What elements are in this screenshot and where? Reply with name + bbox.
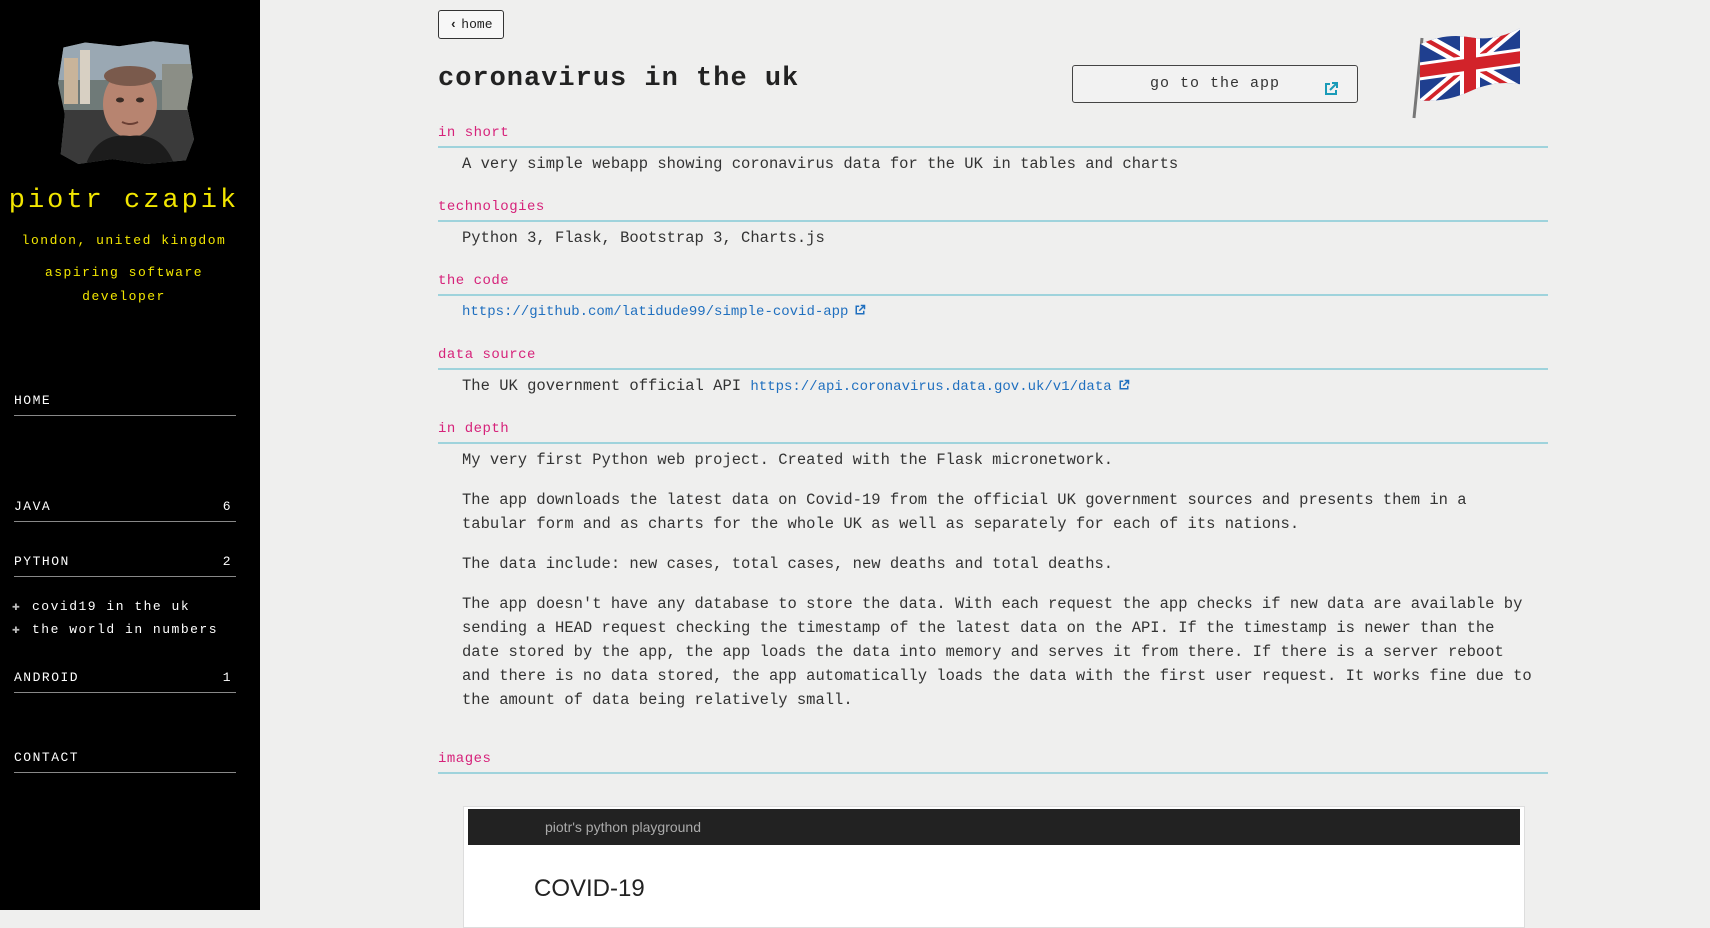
- nav-home[interactable]: HOME: [14, 392, 236, 416]
- nav-android[interactable]: ANDROID 1: [14, 669, 236, 693]
- nav-android-label: ANDROID: [14, 670, 80, 685]
- preview-heading: COVID-19: [534, 875, 645, 902]
- code-link-row: https://github.com/latidude99/simple-cov…: [462, 300, 1532, 325]
- nav-python[interactable]: PYTHON 2: [14, 553, 236, 577]
- in-short-text: A very simple webapp showing coronavirus…: [462, 155, 1179, 173]
- home-button-label: home: [461, 17, 493, 32]
- section-heading-the-code: the code: [438, 272, 1548, 296]
- in-depth-paragraph: My very first Python web project. Create…: [462, 451, 1114, 469]
- data-source-row: The UK government official API https://a…: [462, 374, 1532, 399]
- api-link[interactable]: https://api.coronavirus.data.gov.uk/v1/d…: [750, 379, 1111, 395]
- nav-python-item-world-numbers[interactable]: ✚ the world in numbers: [12, 622, 218, 637]
- preview-navbar: piotr's python playground: [468, 809, 1520, 845]
- avatar: [58, 41, 194, 164]
- nav-python-label: PYTHON: [14, 554, 70, 569]
- data-source-text: The UK government official API: [462, 377, 742, 395]
- home-button[interactable]: ‹ home: [438, 10, 504, 39]
- nav-subitem-label: the world in numbers: [32, 622, 219, 637]
- nav-contact-label: CONTACT: [14, 750, 80, 765]
- nav-java-label: JAVA: [14, 499, 52, 514]
- nav-home-label: HOME: [14, 393, 52, 408]
- nav-python-count: 2: [222, 554, 232, 569]
- technologies-text: Python 3, Flask, Bootstrap 3, Charts.js: [462, 229, 825, 247]
- nav-contact[interactable]: CONTACT: [14, 749, 236, 773]
- plus-icon: ✚: [12, 599, 22, 614]
- nav-subitem-label: covid19 in the uk: [32, 599, 191, 614]
- profile-role: aspiring software developer: [44, 265, 204, 304]
- section-heading-in-depth: in depth: [438, 420, 1548, 444]
- external-link-icon: [1323, 76, 1339, 112]
- section-heading-data-source: data source: [438, 346, 1548, 370]
- profile-location: london, united kingdom: [21, 233, 227, 248]
- nav-python-item-covid19[interactable]: ✚ covid19 in the uk: [12, 599, 190, 614]
- page-title: coronavirus in the uk: [438, 64, 800, 94]
- go-to-app-button[interactable]: go to the app: [1072, 65, 1358, 103]
- in-depth-paragraph: The app doesn't have any database to sto…: [462, 595, 1532, 709]
- section-heading-in-short: in short: [438, 124, 1548, 148]
- in-depth-paragraph: The app downloads the latest data on Cov…: [462, 491, 1467, 533]
- github-link[interactable]: https://github.com/latidude99/simple-cov…: [462, 304, 848, 320]
- profile-name: piotr czapik: [8, 186, 240, 216]
- uk-flag-image: [1408, 24, 1526, 125]
- sidebar: piotr czapik london, united kingdom aspi…: [0, 0, 260, 910]
- section-heading-images: images: [438, 750, 1548, 774]
- nav-java-count: 6: [222, 499, 232, 514]
- section-heading-technologies: technologies: [438, 198, 1548, 222]
- plus-icon: ✚: [12, 622, 22, 637]
- chevron-left-icon: ‹: [449, 17, 458, 32]
- in-depth-paragraph: The data include: new cases, total cases…: [462, 555, 1114, 573]
- external-link-icon: [854, 301, 866, 325]
- go-to-app-label: go to the app: [1149, 75, 1281, 92]
- external-link-icon: [1118, 375, 1130, 399]
- nav-java[interactable]: JAVA 6: [14, 498, 236, 522]
- nav-android-count: 1: [222, 670, 232, 685]
